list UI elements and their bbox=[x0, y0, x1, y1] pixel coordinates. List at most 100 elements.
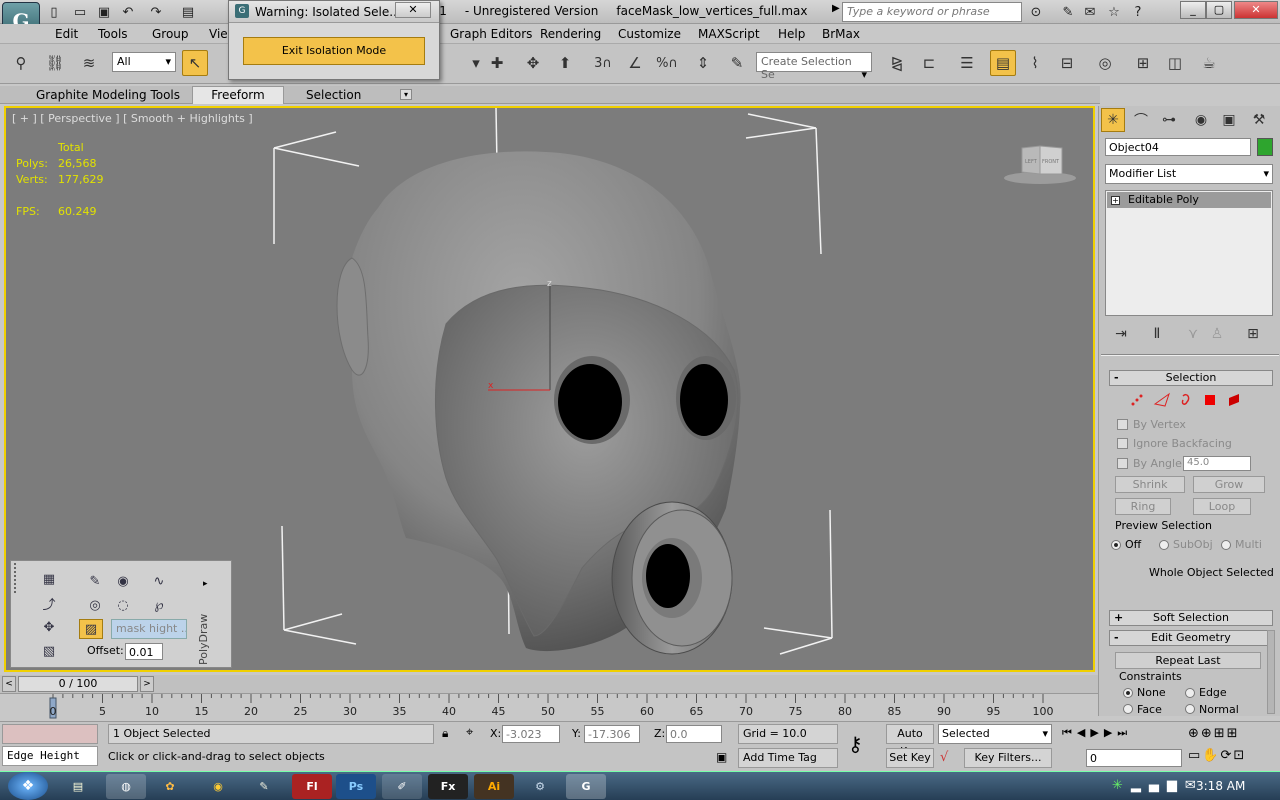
menu-edit[interactable]: Edit bbox=[55, 27, 78, 41]
utilities-tab-icon[interactable]: ⚒ bbox=[1247, 108, 1271, 132]
default-tangents-icon[interactable]: √ bbox=[940, 750, 948, 765]
tab-selection[interactable]: Selection bbox=[298, 88, 369, 102]
create-tab-icon[interactable]: ✳ bbox=[1101, 108, 1125, 132]
preview-multi-radio[interactable]: Multi bbox=[1221, 538, 1262, 551]
angle-snap-icon[interactable]: ∠ bbox=[622, 50, 648, 76]
splines-icon[interactable]: ◌ bbox=[111, 595, 135, 615]
select-object-icon[interactable]: ↖ bbox=[182, 50, 208, 76]
track-bar[interactable]: 0 5 10 15 20 25 30 35 40 45 50 55 60 65 70 75 80 85 90 95 10… bbox=[0, 693, 1098, 721]
graphite-toggle-icon[interactable]: ▤ bbox=[990, 50, 1016, 76]
ring-button[interactable]: Ring bbox=[1115, 498, 1171, 515]
chrome-taskbar-icon[interactable]: ◉ bbox=[198, 774, 238, 799]
project-folder-icon[interactable]: ▤ bbox=[178, 3, 198, 21]
render-setup-icon[interactable]: ⊞ bbox=[1130, 50, 1156, 76]
hierarchy-tab-icon[interactable]: ⊶ bbox=[1157, 108, 1181, 132]
bind-space-warp-icon[interactable]: ≋ bbox=[76, 50, 102, 76]
photoshop-taskbar-icon[interactable]: Ps bbox=[336, 774, 376, 799]
communication-icon[interactable]: ✉ bbox=[1080, 3, 1100, 21]
set-key-button[interactable]: Set Key bbox=[886, 748, 934, 768]
snaps-toggle-icon[interactable]: 3 ∩ bbox=[590, 50, 616, 76]
ribbon-options-icon[interactable]: ▾ bbox=[400, 89, 413, 100]
constraint-edge-radio[interactable]: Edge bbox=[1185, 686, 1227, 699]
ignore-backfacing-checkbox[interactable]: Ignore Backfacing bbox=[1117, 437, 1232, 450]
mask-height-field[interactable]: mask hight ... bbox=[111, 619, 187, 639]
menu-rendering[interactable]: Rendering bbox=[540, 27, 601, 41]
curve-editor-icon[interactable]: ⌇ bbox=[1022, 50, 1048, 76]
z-coordinate-field[interactable]: 0.0 bbox=[666, 725, 722, 743]
menu-graph-editors[interactable]: Graph Editors bbox=[450, 27, 532, 41]
tool-taskbar-icon[interactable]: ✐ bbox=[382, 774, 422, 799]
modify-tab-icon[interactable]: ⌒ bbox=[1129, 108, 1153, 132]
expand-arrow-icon[interactable]: ▶ bbox=[832, 3, 840, 14]
select-manipulate-icon[interactable]: ✚ bbox=[484, 50, 510, 76]
notepad-taskbar-icon[interactable]: ✎ bbox=[244, 774, 284, 799]
3dsmax-taskbar-icon[interactable]: G bbox=[566, 774, 606, 799]
key-filters-button[interactable]: Key Filters... bbox=[964, 748, 1052, 768]
preview-off-radio[interactable]: Off bbox=[1111, 538, 1141, 551]
shapes-icon[interactable]: ◎ bbox=[83, 595, 107, 615]
strips-icon[interactable]: ✎ bbox=[83, 571, 107, 591]
constraint-normal-radio[interactable]: Normal bbox=[1185, 704, 1239, 714]
menu-views[interactable]: Vie bbox=[209, 27, 228, 41]
by-angle-spinner[interactable]: 45.0 bbox=[1183, 456, 1251, 471]
explorer-taskbar-icon[interactable]: ▤ bbox=[58, 774, 98, 799]
app-taskbar-icon[interactable]: ⚙ bbox=[520, 774, 560, 799]
set-key-icon[interactable]: ⚷ bbox=[848, 732, 863, 756]
show-end-result-icon[interactable]: Ⅱ bbox=[1145, 322, 1169, 346]
grow-button[interactable]: Grow bbox=[1193, 476, 1265, 493]
select-link-icon[interactable]: ⚲ bbox=[8, 50, 34, 76]
keyboard-shortcut-toggle-icon[interactable]: ✥ bbox=[520, 50, 546, 76]
constraint-none-radio[interactable]: None bbox=[1123, 686, 1166, 699]
menu-help[interactable]: Help bbox=[778, 27, 805, 41]
menu-maxscript[interactable]: MAXScript bbox=[698, 27, 760, 41]
menu-tools[interactable]: Tools bbox=[98, 27, 128, 41]
edit-geometry-rollout-header[interactable]: - Edit Geometry bbox=[1109, 630, 1273, 646]
add-time-tag-button[interactable]: Add Time Tag bbox=[738, 748, 838, 768]
draw-on-surface-icon[interactable]: ⤴ bbox=[37, 593, 61, 613]
material-editor-icon[interactable]: ◎ bbox=[1092, 50, 1118, 76]
save-file-icon[interactable]: ▣ bbox=[94, 3, 114, 21]
3dsmax-alt-taskbar-icon[interactable]: ◍ bbox=[106, 774, 146, 799]
y-coordinate-field[interactable]: -17.306 bbox=[584, 725, 640, 743]
offset-spinner[interactable]: 0.01 bbox=[125, 643, 163, 660]
preview-subobj-radio[interactable]: SubObj bbox=[1159, 538, 1213, 551]
modifier-list-dropdown[interactable]: Modifier List ▾ bbox=[1105, 164, 1273, 184]
favorites-star-icon[interactable]: ☆ bbox=[1104, 3, 1124, 21]
schematic-view-icon[interactable]: ⊟ bbox=[1054, 50, 1080, 76]
render-teapot-icon[interactable]: ☕ bbox=[1196, 50, 1222, 76]
object-color-swatch[interactable] bbox=[1257, 138, 1273, 156]
maxscript-mini-listener-top[interactable] bbox=[2, 724, 98, 744]
close-button[interactable]: ✕ bbox=[1234, 1, 1278, 19]
maximize-button[interactable]: ▢ bbox=[1206, 1, 1232, 19]
object-name-field[interactable]: Object04 bbox=[1105, 138, 1251, 156]
new-file-icon[interactable]: ▯ bbox=[44, 3, 64, 21]
help-icon[interactable]: ? bbox=[1128, 3, 1148, 21]
mirror-icon[interactable]: ⬆ bbox=[552, 50, 578, 76]
search-input[interactable]: Type a keyword or phrase bbox=[842, 2, 1022, 22]
drag-handle-icon[interactable] bbox=[14, 563, 22, 593]
tab-freeform[interactable]: Freeform bbox=[192, 86, 284, 104]
stack-item-editable-poly[interactable]: + Editable Poly bbox=[1107, 192, 1271, 208]
subobject-level-icons[interactable] bbox=[1125, 392, 1249, 408]
draw-on-object-icon[interactable]: ▧ bbox=[37, 641, 61, 661]
rendered-frame-icon[interactable]: ◫ bbox=[1162, 50, 1188, 76]
auto-key-button[interactable]: Auto Key bbox=[886, 724, 934, 758]
command-panel-scrollbar[interactable] bbox=[1267, 630, 1275, 714]
media-taskbar-icon[interactable]: ✿ bbox=[150, 774, 190, 799]
selection-filter-dropdown[interactable]: All ▾ bbox=[112, 52, 176, 72]
playback-controls[interactable]: ⏮◀▶▶⏭ bbox=[1062, 726, 1132, 740]
open-file-icon[interactable]: ▭ bbox=[70, 3, 90, 21]
motion-tab-icon[interactable]: ◉ bbox=[1189, 108, 1213, 132]
binoculars-icon[interactable]: ⊙ bbox=[1026, 3, 1046, 21]
edit-named-selection-icon[interactable]: ✎ bbox=[724, 50, 750, 76]
loop-button[interactable]: Loop bbox=[1193, 498, 1251, 515]
illustrator-taskbar-icon[interactable]: Ai bbox=[474, 774, 514, 799]
expand-panel-icon[interactable]: ▸ bbox=[203, 579, 208, 589]
menu-group[interactable]: Group bbox=[152, 27, 189, 41]
zoom-controls-icon[interactable]: ⊕⊕⊞⊞ bbox=[1188, 726, 1240, 741]
surface-icon[interactable]: ◉ bbox=[111, 571, 135, 591]
dialog-close-button[interactable]: ✕ bbox=[395, 2, 431, 18]
redo-icon[interactable]: ↷ bbox=[146, 3, 166, 21]
current-frame-field[interactable]: 0 bbox=[1086, 749, 1182, 767]
x-coordinate-field[interactable]: -3.023 bbox=[502, 725, 560, 743]
